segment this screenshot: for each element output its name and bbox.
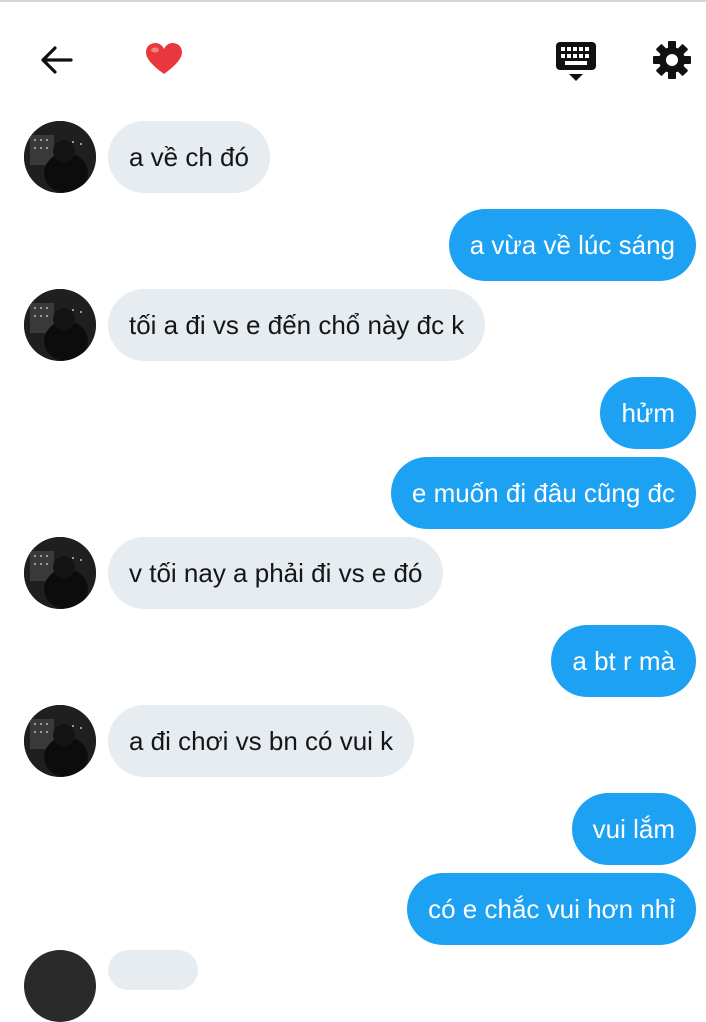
message-bubble-outgoing[interactable]: có e chắc vui hơn nhỉ	[407, 873, 696, 945]
message-text: hửm	[621, 397, 675, 428]
message-text: có e chắc vui hơn nhỉ	[428, 893, 675, 924]
heart-button[interactable]	[140, 36, 188, 82]
message-bubble-incoming[interactable]: a về ch đó	[108, 121, 270, 193]
message-text: v tối nay a phải đi vs e đó	[129, 557, 423, 588]
message-bubble-incoming[interactable]: a đi chơi vs bn có vui k	[108, 705, 415, 777]
avatar-photo	[24, 705, 96, 777]
message-text: e muốn đi đâu cũng đc	[411, 477, 675, 508]
gear-icon	[653, 41, 691, 79]
settings-button[interactable]	[648, 38, 696, 82]
keyboard-button[interactable]	[550, 36, 602, 86]
chat-header	[0, 2, 706, 112]
avatar-partial[interactable]	[24, 950, 96, 1022]
message-bubble-outgoing[interactable]: e muốn đi đâu cũng đc	[390, 457, 696, 529]
message-text: tối a đi vs e đến chổ này đc k	[129, 309, 465, 340]
avatar-photo	[24, 289, 96, 361]
arrow-left-icon	[41, 46, 73, 74]
message-text: a bt r mà	[572, 645, 675, 676]
avatar[interactable]	[24, 289, 96, 361]
message-bubble-incoming[interactable]: v tối nay a phải đi vs e đó	[108, 537, 444, 609]
message-text: a đi chơi vs bn có vui k	[129, 725, 394, 756]
avatar[interactable]	[24, 537, 96, 609]
message-bubble-partial[interactable]	[108, 950, 198, 990]
message-bubble-incoming[interactable]: tối a đi vs e đến chổ này đc k	[108, 289, 486, 361]
avatar[interactable]	[24, 705, 96, 777]
avatar[interactable]	[24, 121, 96, 193]
message-text: a về ch đó	[129, 141, 249, 172]
message-text: vui lắm	[592, 813, 675, 844]
message-bubble-outgoing[interactable]: a vừa về lúc sáng	[448, 209, 696, 281]
message-bubble-outgoing[interactable]: vui lắm	[571, 793, 696, 865]
back-button[interactable]	[32, 38, 80, 82]
heart-icon	[146, 43, 182, 74]
avatar-photo	[24, 537, 96, 609]
message-text: a vừa về lúc sáng	[469, 229, 675, 260]
avatar-photo	[24, 121, 96, 193]
message-bubble-outgoing[interactable]: a bt r mà	[551, 625, 696, 697]
message-bubble-outgoing[interactable]: hửm	[600, 377, 696, 449]
keyboard-icon	[556, 42, 596, 81]
